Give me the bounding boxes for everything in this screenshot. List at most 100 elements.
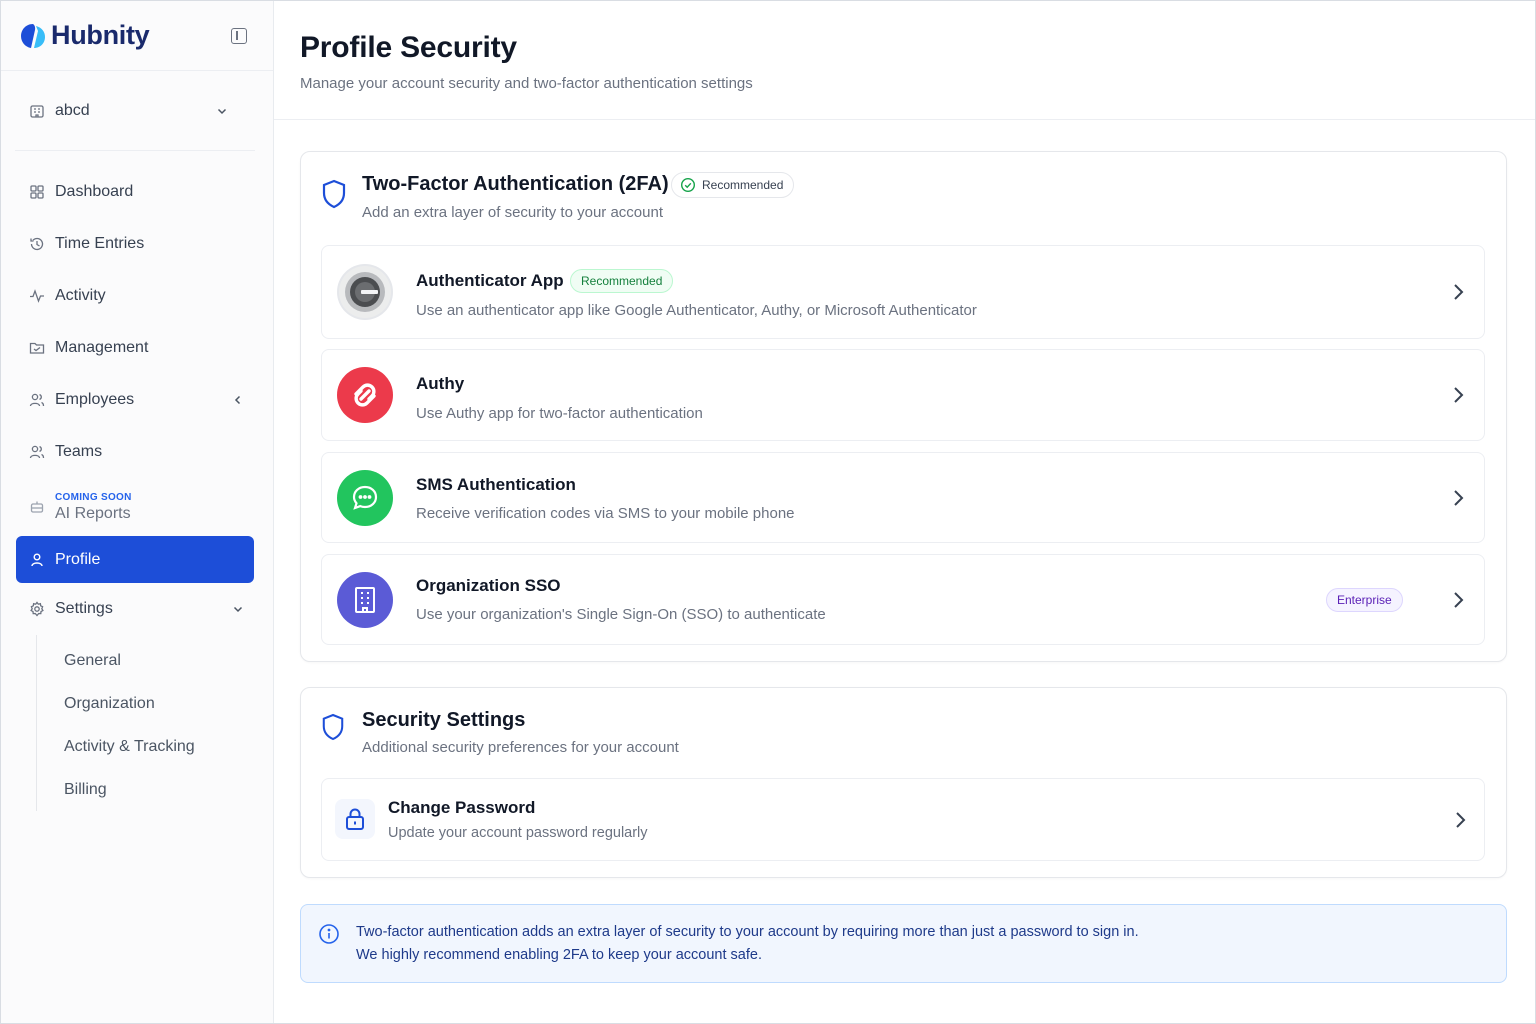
coming-soon-tag: COMING SOON: [55, 491, 132, 503]
users-icon: [29, 393, 45, 407]
sso-title: Organization SSO: [416, 576, 561, 595]
sso-desc: Use your organization's Single Sign-On (…: [416, 606, 826, 623]
chevron-right-icon: [1454, 490, 1464, 506]
sidebar-item-label: Dashboard: [55, 183, 134, 200]
history-icon: [30, 237, 44, 251]
hubnity-logo-icon: [21, 23, 45, 48]
app-window: Hubnity abcd Dashboard Time Entries Acti…: [0, 0, 1536, 1024]
lock-icon: [346, 808, 364, 830]
shield-icon: [322, 179, 346, 209]
user-icon: [31, 553, 43, 566]
authenticator-app-icon: [337, 264, 393, 320]
recommended-badge-label: Recommended: [702, 178, 784, 192]
shield-icon: [322, 713, 344, 741]
security-settings-title: Security Settings: [362, 709, 526, 731]
sidebar-item-profile[interactable]: Profile: [16, 536, 254, 583]
enterprise-badge: Enterprise: [1326, 588, 1403, 612]
authy-desc: Use Authy app for two-factor authenticat…: [416, 405, 703, 422]
chevron-right-icon: [1454, 387, 1464, 403]
sidebar-item-teams[interactable]: Teams: [1, 426, 273, 478]
option-organization-sso[interactable]: Organization SSO Use your organization's…: [321, 554, 1485, 645]
change-password-title: Change Password: [388, 798, 536, 817]
recommended-badge: Recommended: [671, 172, 795, 198]
option-authy[interactable]: Authy Use Authy app for two-factor authe…: [321, 349, 1485, 441]
chevron-down-icon: [217, 108, 227, 114]
twofa-desc: Add an extra layer of security to your a…: [362, 204, 663, 221]
security-settings-header: Security Settings Additional security pr…: [301, 688, 1506, 778]
main-content: Profile Security Manage your account sec…: [274, 1, 1535, 1023]
page-title: Profile Security: [300, 31, 517, 64]
authenticator-logo-icon: [339, 266, 391, 318]
ai-reports-text: COMING SOON AI Reports: [55, 492, 132, 523]
sidebar-collapse-icon[interactable]: [231, 28, 247, 44]
sidebar-item-label: Employees: [55, 391, 135, 408]
sms-title: SMS Authentication: [416, 475, 576, 494]
sms-icon: [337, 470, 393, 526]
sidebar-item-ai-reports[interactable]: COMING SOON AI Reports: [1, 478, 273, 536]
settings-submenu: General Organization Activity & Tracking…: [36, 635, 273, 811]
security-settings-desc: Additional security preferences for your…: [362, 739, 679, 756]
recommended-badge: Recommended: [570, 269, 674, 293]
authenticator-app-desc: Use an authenticator app like Google Aut…: [416, 302, 977, 319]
sms-desc: Receive verification codes via SMS to yo…: [416, 505, 795, 522]
sidebar-item-activity[interactable]: Activity: [1, 270, 273, 322]
option-change-password[interactable]: Change Password Update your account pass…: [321, 778, 1485, 861]
info-banner: Two-factor authentication adds an extra …: [300, 904, 1507, 983]
sidebar: Hubnity abcd Dashboard Time Entries Acti…: [1, 1, 274, 1023]
folder-icon: [29, 342, 45, 354]
check-circle-icon: [680, 177, 696, 193]
brand: Hubnity: [1, 1, 273, 71]
sidebar-nav: Dashboard Time Entries Activity Manageme…: [1, 151, 273, 811]
security-settings-card: Security Settings Additional security pr…: [300, 687, 1507, 878]
authy-icon: [337, 367, 393, 423]
info-text-line-1: Two-factor authentication adds an extra …: [356, 924, 1139, 940]
twofa-card: Two-Factor Authentication (2FA) Recommen…: [300, 151, 1507, 662]
twofa-card-header: Two-Factor Authentication (2FA) Recommen…: [301, 152, 1506, 244]
chevron-right-icon: [1454, 592, 1464, 608]
page-header: Profile Security Manage your account sec…: [274, 1, 1535, 120]
sidebar-subitem-activity-tracking[interactable]: Activity & Tracking: [37, 725, 273, 768]
sidebar-subitem-billing[interactable]: Billing: [37, 768, 273, 811]
gear-icon: [30, 601, 44, 617]
sidebar-item-label: Profile: [55, 550, 101, 568]
chat-bubble-icon: [352, 485, 378, 510]
users-icon: [29, 445, 45, 459]
brand-name: Hubnity: [51, 20, 150, 50]
sidebar-item-label: Teams: [55, 443, 103, 460]
building-icon: [30, 104, 44, 118]
sidebar-item-management[interactable]: Management: [1, 322, 273, 374]
building-icon: [355, 587, 375, 613]
sidebar-item-employees[interactable]: Employees: [1, 374, 273, 426]
chevron-left-icon: [234, 395, 241, 405]
workspace-selector[interactable]: abcd: [15, 71, 255, 151]
sidebar-item-label: Time Entries: [55, 235, 145, 252]
option-authenticator-app[interactable]: Authenticator App Recommended Use an aut…: [321, 245, 1485, 339]
info-text-line-2: We highly recommend enabling 2FA to keep…: [356, 947, 762, 963]
authy-logo-icon: [354, 383, 376, 407]
pulse-icon: [30, 289, 44, 303]
sidebar-subitem-organization[interactable]: Organization: [37, 682, 273, 725]
sidebar-item-label: Settings: [55, 600, 113, 617]
option-sms[interactable]: SMS Authentication Receive verification …: [321, 452, 1485, 543]
bot-icon: [30, 501, 44, 513]
lock-icon-wrap: [335, 799, 375, 839]
grid-icon: [30, 185, 44, 199]
chevron-right-icon: [1454, 284, 1464, 300]
sidebar-item-label: AI Reports: [55, 504, 131, 522]
page-subtitle: Manage your account security and two-fac…: [300, 75, 753, 92]
info-icon: [319, 924, 339, 944]
workspace-name: abcd: [55, 101, 90, 119]
sidebar-item-settings[interactable]: Settings: [1, 583, 273, 635]
twofa-title: Two-Factor Authentication (2FA): [362, 173, 669, 195]
authy-title: Authy: [416, 374, 465, 393]
sidebar-item-label: Management: [55, 339, 149, 356]
chevron-down-icon: [233, 606, 243, 613]
sidebar-item-label: Activity: [55, 287, 106, 304]
sidebar-subitem-general[interactable]: General: [37, 639, 273, 682]
sidebar-item-dashboard[interactable]: Dashboard: [1, 166, 273, 218]
sidebar-item-time-entries[interactable]: Time Entries: [1, 218, 273, 270]
authenticator-app-title: Authenticator App: [416, 271, 564, 290]
sso-icon: [337, 572, 393, 628]
change-password-desc: Update your account password regularly: [388, 825, 648, 841]
chevron-right-icon: [1456, 812, 1466, 828]
